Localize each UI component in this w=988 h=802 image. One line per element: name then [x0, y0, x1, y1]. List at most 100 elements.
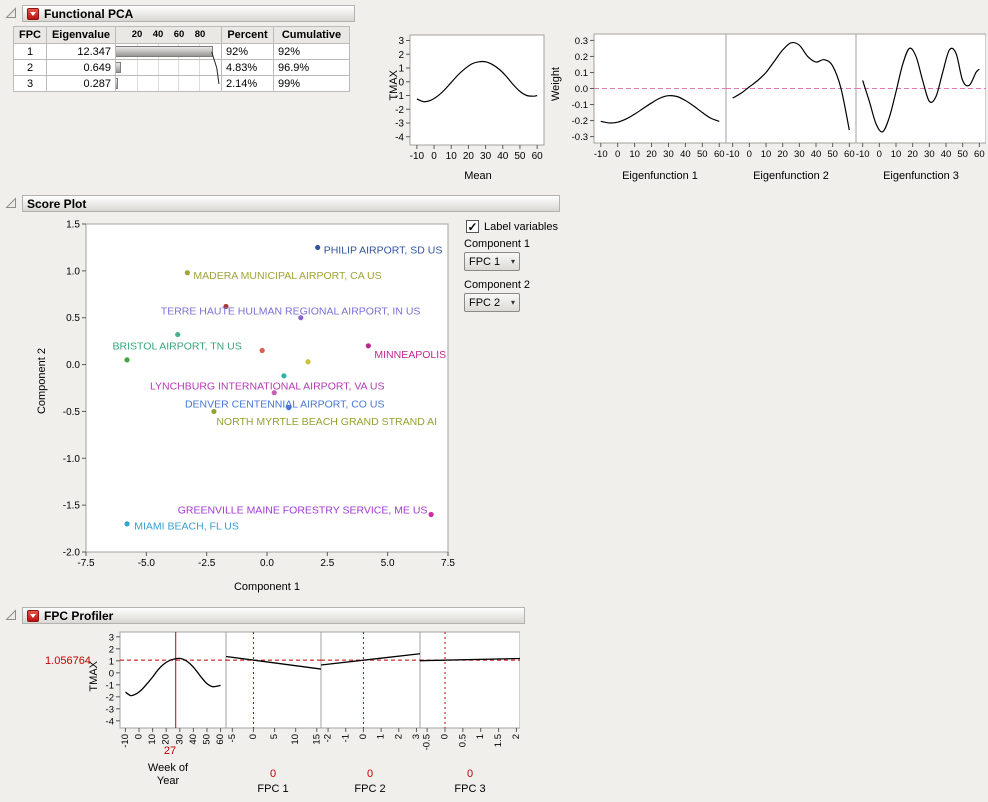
svg-text:2: 2: [393, 734, 404, 739]
col-header-bar-axis: 20 40 60 80: [116, 27, 222, 44]
svg-text:-2: -2: [323, 734, 334, 742]
svg-text:30: 30: [794, 149, 805, 160]
svg-text:0: 0: [615, 149, 620, 160]
functional-pca-title: Functional PCA: [44, 7, 133, 21]
eigenvalue-bar: [116, 78, 118, 89]
svg-text:-4: -4: [106, 716, 114, 727]
svg-text:-1: -1: [395, 91, 404, 102]
profiler-fpc2-current-value[interactable]: 0: [350, 768, 390, 780]
svg-text:10: 10: [629, 149, 640, 160]
svg-text:LYNCHBURG INTERNATIONAL AIRPOR: LYNCHBURG INTERNATIONAL AIRPORT, VA US: [150, 381, 385, 393]
eigenfunction-2-plot[interactable]: -100102030405060: [726, 28, 856, 165]
svg-text:-10: -10: [594, 149, 608, 160]
svg-text:MADERA MUNICIPAL AIRPORT, CA U: MADERA MUNICIPAL AIRPORT, CA US: [193, 270, 381, 282]
profiler-fpc1-current-value[interactable]: 0: [253, 768, 293, 780]
svg-text:40: 40: [811, 149, 822, 160]
score-scatter-plot[interactable]: 1.51.00.50.0-0.5-1.0-1.5-2.0-7.5-5.0-2.5…: [58, 216, 460, 572]
svg-text:5: 5: [269, 734, 280, 739]
svg-text:50: 50: [697, 149, 708, 160]
component2-dropdown[interactable]: FPC 2 ▾: [464, 293, 520, 312]
disclosure-triangle-score-plot[interactable]: [5, 197, 17, 209]
cell-fpc: 3: [14, 76, 47, 92]
svg-text:-1.0: -1.0: [63, 454, 81, 465]
svg-text:1.0: 1.0: [66, 266, 80, 277]
svg-text:0: 0: [248, 734, 259, 739]
svg-text:40: 40: [680, 149, 691, 160]
profiler-fpc3-cell[interactable]: -0.500.511.52: [420, 628, 520, 762]
svg-text:2: 2: [511, 734, 520, 739]
cell-percent: 2.14%: [222, 76, 274, 92]
svg-text:-1: -1: [340, 734, 351, 742]
bar-axis-tick: 40: [153, 29, 164, 40]
svg-text:20: 20: [777, 149, 788, 160]
functional-pca-header: Functional PCA: [22, 5, 355, 22]
mean-plot-xlabel: Mean: [418, 170, 538, 182]
svg-text:60: 60: [844, 149, 855, 160]
svg-text:-3: -3: [106, 704, 114, 715]
cell-eigenvalue: 0.287: [47, 76, 116, 92]
eigen-table-row-3[interactable]: 3 0.287 2.14% 99%: [14, 76, 350, 92]
svg-text:-10: -10: [410, 151, 425, 162]
profiler-fpc3-current-value[interactable]: 0: [450, 768, 490, 780]
svg-text:-0.1: -0.1: [572, 100, 588, 111]
cell-percent: 92%: [222, 44, 274, 60]
svg-text:1.5: 1.5: [66, 220, 80, 231]
component1-dropdown[interactable]: FPC 1 ▾: [464, 252, 520, 271]
eigenfunction-3-plot[interactable]: -100102030405060: [856, 28, 986, 165]
disclosure-triangle-fpc-profiler[interactable]: [5, 609, 17, 621]
svg-text:-5: -5: [227, 734, 238, 742]
svg-text:50: 50: [514, 151, 526, 162]
cell-cumulative: 96.9%: [274, 60, 350, 76]
component2-selector-label: Component 2: [464, 279, 530, 291]
label-variables-label: Label variables: [484, 221, 558, 233]
profiler-week-of-year-cell[interactable]: 3210-1-2-3-4-100102030405060: [96, 628, 226, 762]
mean-function-plot[interactable]: 3210-1-2-3-4-100102030405060: [384, 30, 548, 167]
eigen-table-row-1[interactable]: 1 12.347 92% 92%: [14, 44, 350, 60]
svg-text:0.5: 0.5: [457, 734, 468, 747]
cell-cumulative: 92%: [274, 44, 350, 60]
eigen-table-row-2[interactable]: 2 0.649 4.83% 96.9%: [14, 60, 350, 76]
svg-text:1: 1: [109, 656, 114, 667]
functional-pca-menu-button[interactable]: [27, 8, 39, 20]
svg-text:60: 60: [532, 151, 544, 162]
eigenvalue-bar: [116, 46, 213, 57]
profiler-week-axis-label: Week of Year: [139, 762, 197, 788]
svg-text:60: 60: [714, 149, 725, 160]
svg-text:40: 40: [941, 149, 952, 160]
svg-text:30: 30: [924, 149, 935, 160]
open-disclosure-icon: [5, 7, 17, 19]
svg-text:0.3: 0.3: [575, 36, 588, 47]
eigenfunction-1-plot[interactable]: 0.30.20.10.0-0.1-0.2-0.3-100102030405060: [564, 28, 726, 165]
cell-cumulative: 99%: [274, 76, 350, 92]
disclosure-triangle-functional-pca[interactable]: [5, 7, 17, 19]
svg-text:0.0: 0.0: [260, 558, 274, 569]
svg-text:1: 1: [398, 64, 404, 75]
open-disclosure-icon: [5, 197, 17, 209]
svg-text:-3: -3: [395, 119, 404, 130]
eigenvalue-table: FPC Eigenvalue 20 40 60 80 Percent Cumul…: [13, 26, 350, 92]
score-plot-ylabel: Component 2: [36, 348, 48, 414]
profiler-fpc1-cell[interactable]: -5051015: [226, 628, 321, 762]
fpc-profiler-menu-button[interactable]: [27, 610, 39, 622]
svg-text:0.5: 0.5: [66, 313, 80, 324]
svg-text:60: 60: [974, 149, 985, 160]
svg-text:0.0: 0.0: [66, 360, 80, 371]
svg-text:40: 40: [188, 734, 199, 745]
svg-text:-1: -1: [106, 680, 114, 691]
profiler-week-current-value[interactable]: 27: [130, 745, 210, 757]
profiler-fpc2-cell[interactable]: -2-10123: [321, 628, 420, 762]
open-disclosure-icon: [5, 609, 17, 621]
svg-text:3: 3: [109, 632, 114, 643]
svg-text:0: 0: [747, 149, 752, 160]
svg-text:0.0: 0.0: [575, 84, 588, 95]
cell-bar: [116, 60, 222, 76]
fpc-profiler-header: FPC Profiler: [22, 607, 525, 624]
svg-text:DENVER CENTENNIAL AIRPORT, CO: DENVER CENTENNIAL AIRPORT, CO US: [185, 398, 385, 410]
svg-text:50: 50: [827, 149, 838, 160]
svg-text:15: 15: [311, 734, 321, 745]
checkmark-icon: ✓: [467, 222, 477, 232]
svg-text:50: 50: [957, 149, 968, 160]
col-header-percent: Percent: [222, 27, 274, 44]
svg-text:-0.5: -0.5: [63, 407, 81, 418]
label-variables-checkbox[interactable]: ✓: [466, 220, 479, 233]
